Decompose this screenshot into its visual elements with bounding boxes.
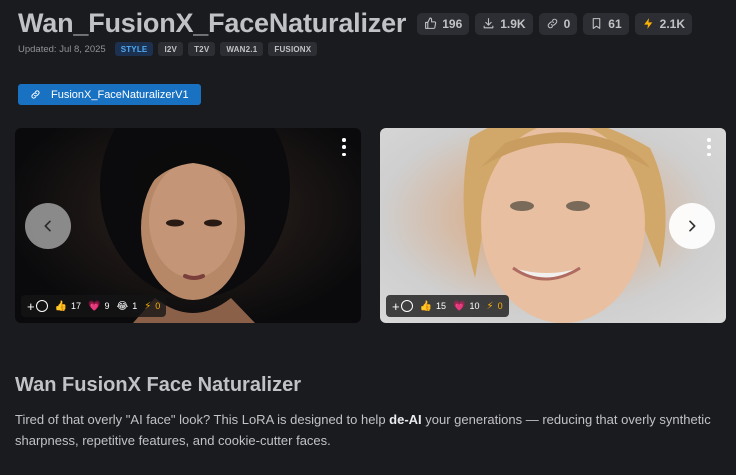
model-stats: 196 1.9K 0 61 2.1K [417,12,693,35]
reaction-heart[interactable]: 💗 9 [88,301,109,312]
add-reaction-button[interactable]: + [27,299,48,314]
download-icon [483,18,494,29]
tag-t2v[interactable]: T2V [188,42,216,56]
reaction-count: 0 [155,301,161,311]
description-text-bold: de-AI [389,412,422,427]
reaction-bolt[interactable]: ⚡ 0 [487,301,503,312]
tag-fusionx[interactable]: FUSIONX [268,42,318,56]
link-icon [31,90,40,99]
reaction-count: 9 [104,301,110,311]
links-stat[interactable]: 0 [538,12,578,35]
bolt-icon: ⚡ [144,300,152,312]
reaction-bolt[interactable]: ⚡ 0 [144,301,160,312]
smile-icon [35,300,48,312]
updated-date: Updated: Jul 8, 2025 [18,43,106,55]
more-options-button[interactable] [339,138,349,156]
bookmark-icon [593,18,601,29]
reaction-fire[interactable]: 👍 17 [55,301,81,312]
model-meta: Updated: Jul 8, 2025 STYLE I2V T2V WAN2.… [18,42,318,56]
laugh-icon: 😂 [116,300,129,312]
buzz-stat[interactable]: 2.1K [634,12,693,35]
heart-icon: 💗 [453,300,466,312]
carousel-next-button[interactable] [669,203,715,249]
buzz-count: 2.1K [659,16,686,31]
fire-icon: 👍 [419,300,433,312]
chevron-left-icon [44,220,51,232]
more-options-button[interactable] [704,138,714,156]
model-title: Wan_FusionX_FaceNaturalizer [18,8,407,38]
thumbs-up-icon [425,17,437,29]
reaction-count: 1 [132,301,138,311]
smile-icon [400,300,413,312]
likes-stat[interactable]: 196 [417,12,470,35]
description-text: Tired of that overly "AI face" look? Thi… [15,409,715,451]
tag-wan21[interactable]: WAN2.1 [220,42,264,56]
description-text-start: Tired of that overly "AI face" look? Thi… [15,412,390,427]
downloads-stat[interactable]: 1.9K [475,12,533,35]
model-header: Wan_FusionX_FaceNaturalizer 196 1.9K 0 6… [18,8,693,39]
links-count: 0 [563,16,571,31]
reactions-bar: + 👍 15 💗 10 ⚡ 0 [386,295,509,317]
version-button[interactable]: FusionX_FaceNaturalizerV1 [18,84,201,105]
reactions-bar: + 👍 17 💗 9 😂 1 ⚡ 0 [21,295,167,317]
bookmarks-count: 61 [608,16,622,31]
downloads-count: 1.9K [500,16,526,31]
likes-count: 196 [442,16,463,31]
reaction-fire[interactable]: 👍 15 [420,301,446,312]
reaction-count: 0 [497,301,503,311]
tag-i2v[interactable]: I2V [158,42,184,56]
tag-style[interactable]: STYLE [114,42,154,56]
description-heading: Wan FusionX Face Naturalizer [15,374,301,396]
link-icon [547,18,557,29]
chevron-right-icon [689,220,696,232]
reaction-count: 17 [71,301,82,311]
bookmarks-stat[interactable]: 61 [583,12,629,35]
heart-icon: 💗 [88,300,101,312]
bolt-icon [643,18,652,29]
reaction-laugh[interactable]: 😂 1 [117,301,138,312]
reaction-heart[interactable]: 💗 10 [453,301,479,312]
add-reaction-button[interactable]: + [392,299,413,314]
carousel-prev-button[interactable] [25,203,71,249]
fire-icon: 👍 [54,300,68,312]
reaction-count: 10 [469,301,480,311]
bolt-icon: ⚡ [486,300,494,312]
reaction-count: 15 [436,301,447,311]
version-label: FusionX_FaceNaturalizerV1 [51,88,189,101]
